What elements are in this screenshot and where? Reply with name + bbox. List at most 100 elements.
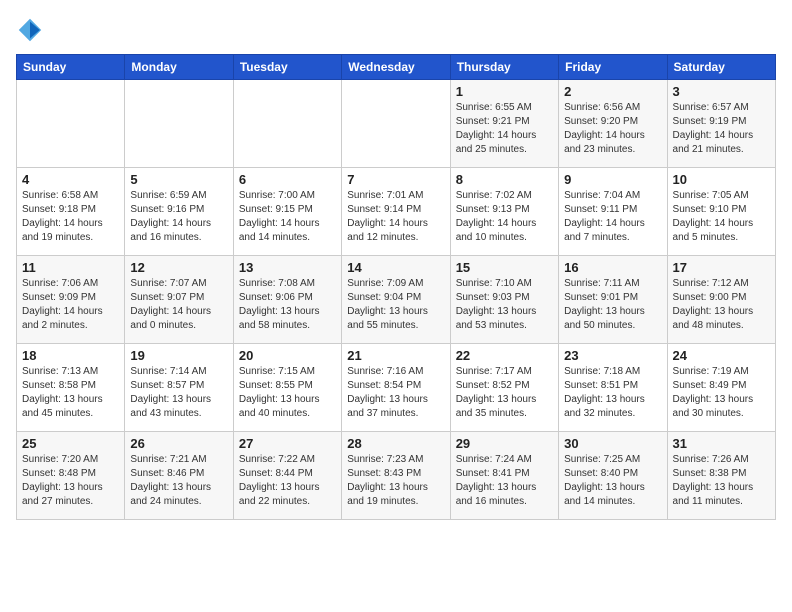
day-number: 17 xyxy=(673,260,770,275)
day-detail: Sunrise: 7:15 AM Sunset: 8:55 PM Dayligh… xyxy=(239,365,336,421)
calendar-cell: 9Sunrise: 7:04 AM Sunset: 9:11 PM Daylig… xyxy=(559,168,667,256)
calendar-cell: 5 Sunrise: 6:59 AM Sunset: 9:16 PM Daylig… xyxy=(125,168,233,256)
calendar-week-row: 25 Sunrise: 7:20 AM Sunset: 8:48 PM Dayli… xyxy=(17,432,776,520)
calendar-cell: 4 Sunrise: 6:58 AM Sunset: 9:18 PM Daylig… xyxy=(17,168,125,256)
logo-icon xyxy=(16,16,44,44)
day-number: 24 xyxy=(673,348,770,363)
day-number: 28 xyxy=(347,436,444,451)
calendar-cell: 28 Sunrise: 7:23 AM Sunset: 8:43 PM Dayli… xyxy=(342,432,450,520)
day-number: 1 xyxy=(456,84,553,99)
day-detail: Sunrise: 7:11 AM Sunset: 9:01 PM Dayligh… xyxy=(564,277,661,333)
day-number: 5 xyxy=(130,172,227,187)
day-detail: Sunrise: 7:02 AM Sunset: 9:13 PM Dayligh… xyxy=(456,189,553,245)
day-detail: Sunrise: 7:13 AM Sunset: 8:58 PM Dayligh… xyxy=(22,365,119,421)
day-detail: Sunrise: 7:21 AM Sunset: 8:46 PM Dayligh… xyxy=(130,453,227,509)
day-number: 15 xyxy=(456,260,553,275)
day-detail: Sunrise: 6:58 AM Sunset: 9:18 PM Dayligh… xyxy=(22,189,119,245)
day-number: 21 xyxy=(347,348,444,363)
calendar-cell: 14 Sunrise: 7:09 AM Sunset: 9:04 PM Dayli… xyxy=(342,256,450,344)
day-detail: Sunrise: 7:26 AM Sunset: 8:38 PM Dayligh… xyxy=(673,453,770,509)
calendar-cell: 10 Sunrise: 7:05 AM Sunset: 9:10 PM Dayli… xyxy=(667,168,775,256)
calendar-cell: 17 Sunrise: 7:12 AM Sunset: 9:00 PM Dayli… xyxy=(667,256,775,344)
calendar-week-row: 11 Sunrise: 7:06 AM Sunset: 9:09 PM Dayli… xyxy=(17,256,776,344)
day-detail: Sunrise: 6:55 AM Sunset: 9:21 PM Dayligh… xyxy=(456,101,553,157)
weekday-header-sunday: Sunday xyxy=(17,55,125,80)
day-detail: Sunrise: 6:57 AM Sunset: 9:19 PM Dayligh… xyxy=(673,101,770,157)
day-detail: Sunrise: 7:19 AM Sunset: 8:49 PM Dayligh… xyxy=(673,365,770,421)
day-detail: Sunrise: 7:16 AM Sunset: 8:54 PM Dayligh… xyxy=(347,365,444,421)
weekday-header-wednesday: Wednesday xyxy=(342,55,450,80)
calendar-cell: 7 Sunrise: 7:01 AM Sunset: 9:14 PM Daylig… xyxy=(342,168,450,256)
calendar-cell: 2Sunrise: 6:56 AM Sunset: 9:20 PM Daylig… xyxy=(559,80,667,168)
day-detail: Sunrise: 7:12 AM Sunset: 9:00 PM Dayligh… xyxy=(673,277,770,333)
calendar-cell: 18 Sunrise: 7:13 AM Sunset: 8:58 PM Dayli… xyxy=(17,344,125,432)
weekday-header-thursday: Thursday xyxy=(450,55,558,80)
calendar-cell: 24 Sunrise: 7:19 AM Sunset: 8:49 PM Dayli… xyxy=(667,344,775,432)
day-detail: Sunrise: 7:01 AM Sunset: 9:14 PM Dayligh… xyxy=(347,189,444,245)
calendar-cell: 11 Sunrise: 7:06 AM Sunset: 9:09 PM Dayli… xyxy=(17,256,125,344)
calendar-week-row: 4 Sunrise: 6:58 AM Sunset: 9:18 PM Daylig… xyxy=(17,168,776,256)
day-number: 14 xyxy=(347,260,444,275)
day-detail: Sunrise: 7:10 AM Sunset: 9:03 PM Dayligh… xyxy=(456,277,553,333)
day-detail: Sunrise: 7:09 AM Sunset: 9:04 PM Dayligh… xyxy=(347,277,444,333)
day-number: 27 xyxy=(239,436,336,451)
day-detail: Sunrise: 7:23 AM Sunset: 8:43 PM Dayligh… xyxy=(347,453,444,509)
calendar-cell: 31 Sunrise: 7:26 AM Sunset: 8:38 PM Dayli… xyxy=(667,432,775,520)
day-number: 16 xyxy=(564,260,661,275)
day-detail: Sunrise: 7:06 AM Sunset: 9:09 PM Dayligh… xyxy=(22,277,119,333)
day-detail: Sunrise: 7:17 AM Sunset: 8:52 PM Dayligh… xyxy=(456,365,553,421)
calendar-cell: 20 Sunrise: 7:15 AM Sunset: 8:55 PM Dayli… xyxy=(233,344,341,432)
page-header xyxy=(16,16,776,44)
day-number: 3 xyxy=(673,84,770,99)
day-number: 30 xyxy=(564,436,661,451)
calendar-cell: 3 Sunrise: 6:57 AM Sunset: 9:19 PM Daylig… xyxy=(667,80,775,168)
calendar-cell: 12Sunrise: 7:07 AM Sunset: 9:07 PM Dayli… xyxy=(125,256,233,344)
day-number: 12 xyxy=(130,260,227,275)
calendar-cell: 30 Sunrise: 7:25 AM Sunset: 8:40 PM Dayli… xyxy=(559,432,667,520)
day-detail: Sunrise: 7:00 AM Sunset: 9:15 PM Dayligh… xyxy=(239,189,336,245)
calendar-cell: 8 Sunrise: 7:02 AM Sunset: 9:13 PM Daylig… xyxy=(450,168,558,256)
calendar-cell xyxy=(233,80,341,168)
day-number: 8 xyxy=(456,172,553,187)
calendar-cell: 25 Sunrise: 7:20 AM Sunset: 8:48 PM Dayli… xyxy=(17,432,125,520)
day-number: 7 xyxy=(347,172,444,187)
day-detail: Sunrise: 7:08 AM Sunset: 9:06 PM Dayligh… xyxy=(239,277,336,333)
weekday-header-row: SundayMondayTuesdayWednesdayThursdayFrid… xyxy=(17,55,776,80)
calendar-cell: 29Sunrise: 7:24 AM Sunset: 8:41 PM Dayli… xyxy=(450,432,558,520)
calendar-cell: 26 Sunrise: 7:21 AM Sunset: 8:46 PM Dayli… xyxy=(125,432,233,520)
day-detail: Sunrise: 6:59 AM Sunset: 9:16 PM Dayligh… xyxy=(130,189,227,245)
calendar-table: SundayMondayTuesdayWednesdayThursdayFrid… xyxy=(16,54,776,520)
day-number: 11 xyxy=(22,260,119,275)
day-number: 10 xyxy=(673,172,770,187)
weekday-header-tuesday: Tuesday xyxy=(233,55,341,80)
calendar-cell xyxy=(125,80,233,168)
day-number: 26 xyxy=(130,436,227,451)
day-detail: Sunrise: 7:24 AM Sunset: 8:41 PM Dayligh… xyxy=(456,453,553,509)
calendar-header: SundayMondayTuesdayWednesdayThursdayFrid… xyxy=(17,55,776,80)
calendar-cell xyxy=(17,80,125,168)
weekday-header-monday: Monday xyxy=(125,55,233,80)
day-number: 20 xyxy=(239,348,336,363)
calendar-cell: 13 Sunrise: 7:08 AM Sunset: 9:06 PM Dayli… xyxy=(233,256,341,344)
day-detail: Sunrise: 7:05 AM Sunset: 9:10 PM Dayligh… xyxy=(673,189,770,245)
calendar-cell: 6 Sunrise: 7:00 AM Sunset: 9:15 PM Daylig… xyxy=(233,168,341,256)
calendar-week-row: 18 Sunrise: 7:13 AM Sunset: 8:58 PM Dayli… xyxy=(17,344,776,432)
day-number: 31 xyxy=(673,436,770,451)
calendar-cell: 16 Sunrise: 7:11 AM Sunset: 9:01 PM Dayli… xyxy=(559,256,667,344)
day-number: 18 xyxy=(22,348,119,363)
calendar-cell xyxy=(342,80,450,168)
day-detail: Sunrise: 7:20 AM Sunset: 8:48 PM Dayligh… xyxy=(22,453,119,509)
day-number: 2 xyxy=(564,84,661,99)
calendar-cell: 1 Sunrise: 6:55 AM Sunset: 9:21 PM Daylig… xyxy=(450,80,558,168)
day-number: 6 xyxy=(239,172,336,187)
calendar-cell: 19Sunrise: 7:14 AM Sunset: 8:57 PM Dayli… xyxy=(125,344,233,432)
weekday-header-saturday: Saturday xyxy=(667,55,775,80)
day-number: 13 xyxy=(239,260,336,275)
calendar-week-row: 1 Sunrise: 6:55 AM Sunset: 9:21 PM Daylig… xyxy=(17,80,776,168)
day-detail: Sunrise: 7:25 AM Sunset: 8:40 PM Dayligh… xyxy=(564,453,661,509)
day-number: 4 xyxy=(22,172,119,187)
calendar-cell: 22Sunrise: 7:17 AM Sunset: 8:52 PM Dayli… xyxy=(450,344,558,432)
day-number: 25 xyxy=(22,436,119,451)
calendar-cell: 23Sunrise: 7:18 AM Sunset: 8:51 PM Dayli… xyxy=(559,344,667,432)
day-detail: Sunrise: 7:22 AM Sunset: 8:44 PM Dayligh… xyxy=(239,453,336,509)
